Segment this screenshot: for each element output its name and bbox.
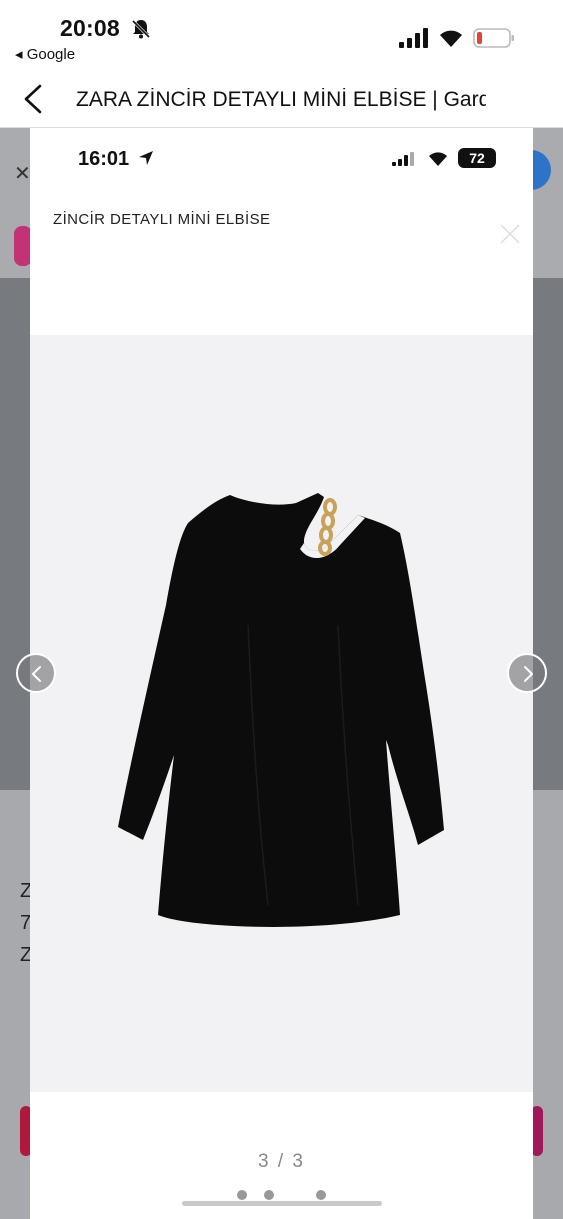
- battery-icon: [473, 28, 514, 48]
- battery-level: 72: [458, 148, 496, 168]
- browser-page-title: ZARA ZİNCİR DETAYLI MİNİ ELBİSE | Gard: [76, 88, 486, 111]
- page-dot[interactable]: [237, 1190, 247, 1200]
- product-title: ZİNCİR DETAYLI MİNİ ELBİSE: [53, 211, 271, 228]
- wifi-icon: [440, 30, 462, 47]
- page-dot[interactable]: [316, 1190, 326, 1200]
- bell-slash-icon: [131, 19, 151, 39]
- wifi-icon: [429, 152, 447, 166]
- close-icon[interactable]: [500, 224, 520, 244]
- inner-status-time: 16:01: [78, 148, 130, 170]
- image-counter: 3 / 3: [258, 1151, 305, 1172]
- location-arrow-icon: [139, 151, 153, 165]
- browser-header: ZARA ZİNCİR DETAYLI MİNİ ELBİSE | Gard: [0, 70, 563, 128]
- previous-image-button[interactable]: [16, 653, 56, 693]
- chevron-left-icon: [32, 666, 41, 682]
- back-to-google-link[interactable]: ◂ Google: [15, 45, 75, 63]
- signal-icon: [392, 152, 414, 166]
- back-chevron-icon[interactable]: [22, 84, 44, 114]
- scroll-indicator: [182, 1201, 382, 1206]
- close-icon: ✕: [14, 163, 31, 185]
- next-image-button[interactable]: [507, 653, 547, 693]
- product-image: [118, 493, 444, 927]
- status-time: 20:08: [60, 15, 120, 41]
- chevron-right-icon: [524, 666, 533, 682]
- status-bar: 20:08 ◂ Google: [0, 0, 563, 70]
- product-image-gallery[interactable]: [30, 335, 533, 1092]
- image-viewer-panel: 16:01 72 ZİNCİR DETAYLI MİNİ ELBİSE 3 / …: [30, 128, 533, 1219]
- page-dot[interactable]: [264, 1190, 274, 1200]
- signal-icon: [399, 28, 428, 48]
